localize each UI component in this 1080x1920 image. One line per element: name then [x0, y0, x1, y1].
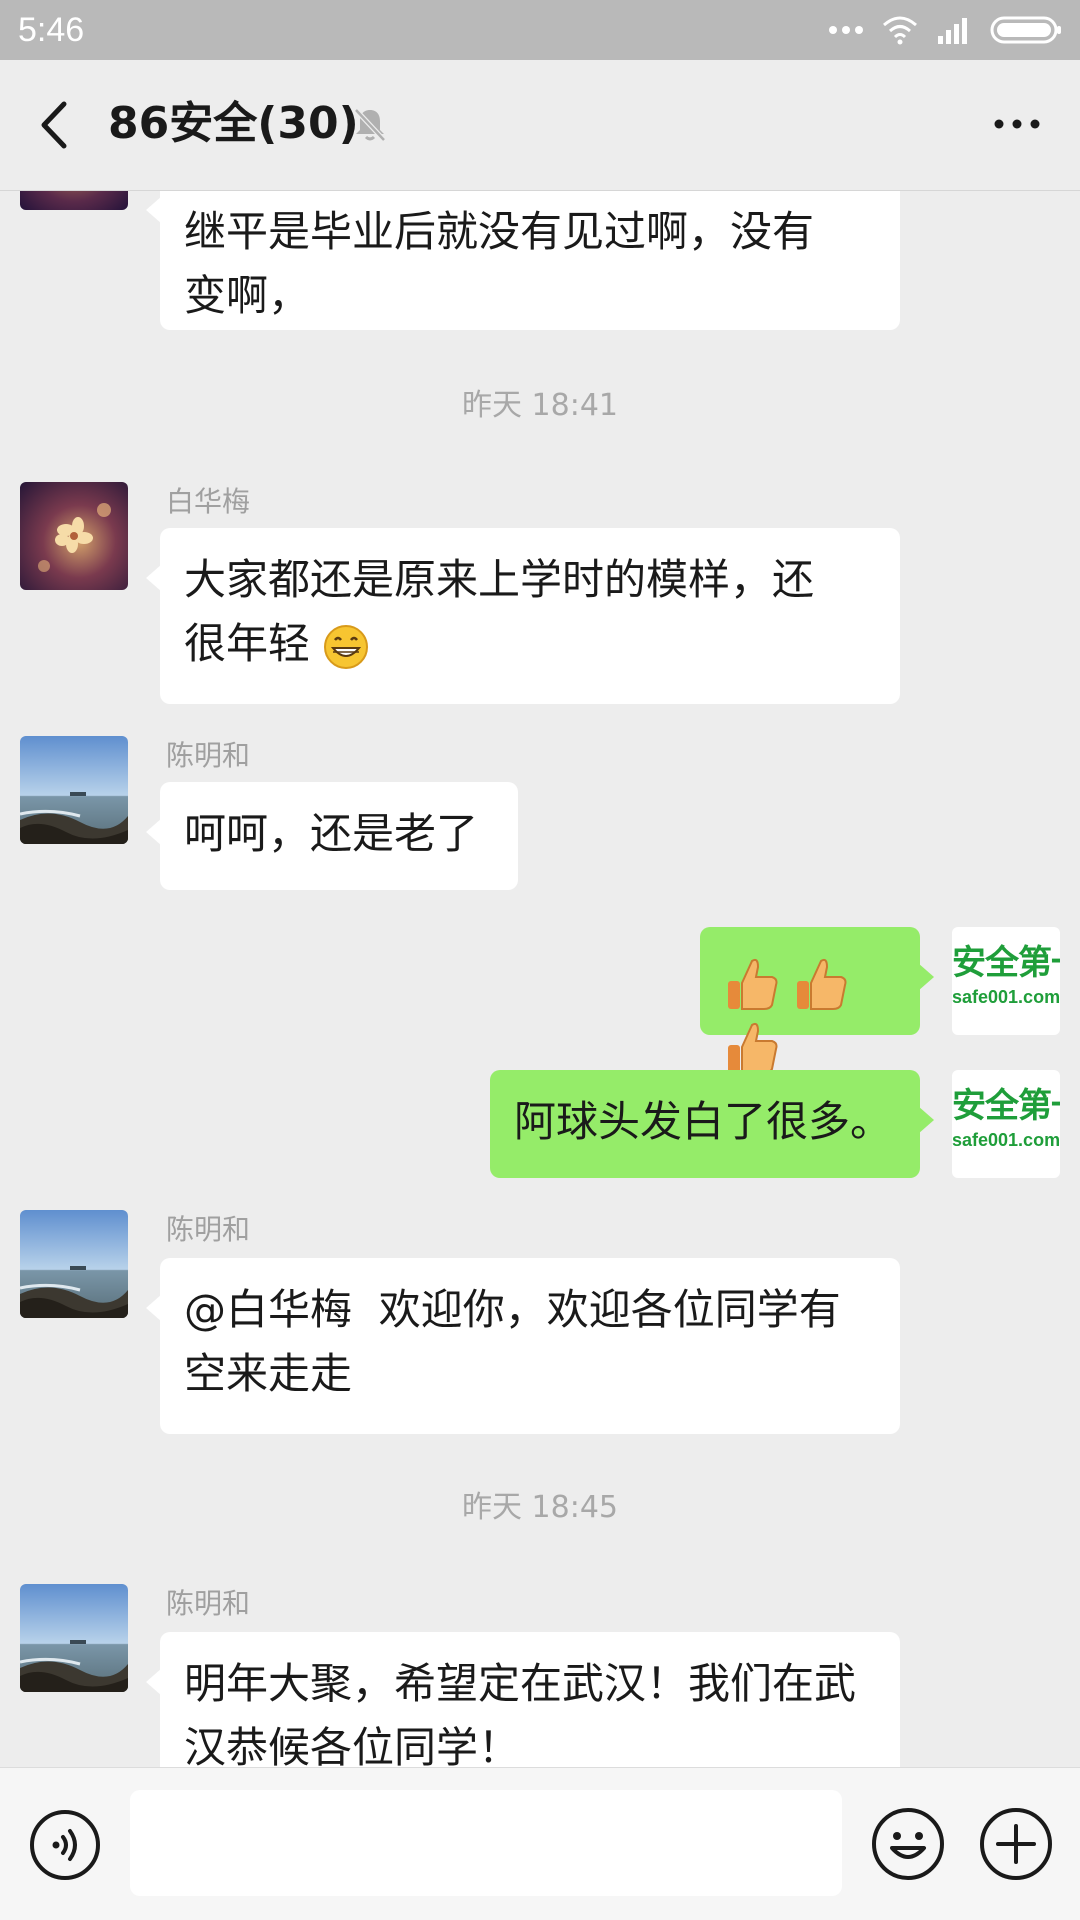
message-line: 很年轻 [184, 619, 311, 668]
message-bubble[interactable]: 呵呵，还是老了 [146, 782, 518, 890]
message-bubble-self[interactable] [700, 927, 934, 1074]
wifi-icon [883, 16, 917, 45]
chevron-left-icon[interactable] [32, 100, 82, 150]
message-line: 继平是毕业后就没有见过啊，没有 [184, 207, 815, 256]
avatar[interactable] [20, 190, 128, 210]
thumbs-up-icon [728, 1022, 778, 1074]
message-bubble[interactable]: 继平是毕业后就没有见过啊，没有 变啊， [146, 190, 900, 330]
thumbs-up-icon [797, 958, 847, 1010]
message-line: 明年大聚，希望定在武汉！我们在武 [184, 1659, 857, 1708]
chat-screen: 5:46 86安全(30) 继平是毕业后就没有见过啊，没有 变啊， 昨天 18:… [0, 0, 1080, 1920]
message-line: 阿球头发白了很多。 [514, 1097, 893, 1146]
status-bar: 5:46 [0, 0, 1080, 60]
bell-muted-icon [354, 108, 386, 142]
emoji-icon[interactable] [870, 1806, 946, 1882]
message-line: 空来走走 [184, 1349, 353, 1398]
sender-name: 陈明和 [166, 739, 251, 772]
voice-icon[interactable] [28, 1808, 102, 1882]
sender-name: 陈明和 [166, 1213, 251, 1246]
message-input[interactable] [130, 1790, 842, 1896]
more-dots-icon[interactable] [992, 104, 1042, 144]
battery-icon [990, 16, 1061, 44]
safe-logo-url: safe001.com [952, 987, 1060, 1007]
thumbs-up-icon [728, 958, 778, 1010]
avatar[interactable] [20, 1210, 128, 1318]
message-line: 大家都还是原来上学时的模样，还 [184, 555, 815, 604]
signal-icon [938, 18, 967, 44]
sender-name: 陈明和 [166, 1587, 251, 1620]
message-bubble[interactable]: 明年大聚，希望定在武汉！我们在武 汉恭候各位同学！ [146, 1632, 900, 1767]
timestamp: 昨天 18:45 [462, 1490, 618, 1525]
status-time: 5:46 [18, 11, 85, 49]
avatar-self[interactable]: 安全第一 safe001.com [952, 1070, 1060, 1178]
message-line: 汉恭候各位同学！ [184, 1723, 521, 1767]
sender-name: 白华梅 [166, 485, 251, 518]
title-bar: 86安全(30) [0, 60, 1080, 191]
avatar[interactable] [20, 1584, 128, 1692]
status-icons [828, 12, 1062, 48]
safe-logo-text: 安全第一 [952, 943, 1060, 983]
message-line: 变啊， [184, 271, 311, 320]
chat-area[interactable]: 继平是毕业后就没有见过啊，没有 变啊， 昨天 18:41 白华梅 大家都还是原来… [0, 190, 1080, 1767]
message-line-wrap: 很年轻 [184, 612, 876, 676]
avatar[interactable] [20, 482, 128, 590]
message-bubble[interactable]: @白华梅 欢迎你，欢迎各位同学有 空来走走 [146, 1258, 900, 1434]
avatar-self[interactable]: 安全第一 safe001.com [952, 927, 1060, 1035]
safe-logo-text: 安全第一 [952, 1086, 1060, 1126]
grinning-face-icon [324, 624, 369, 669]
message-bubble[interactable]: 大家都还是原来上学时的模样，还 很年轻 [146, 528, 900, 704]
message-line: @白华梅 欢迎你，欢迎各位同学有 [184, 1285, 841, 1334]
timestamp: 昨天 18:41 [462, 388, 618, 423]
message-line: 呵呵，还是老了 [184, 809, 479, 858]
more-dots-status-icon [829, 26, 863, 34]
input-bar [0, 1767, 1080, 1920]
avatar[interactable] [20, 736, 128, 844]
safe-logo-url: safe001.com [952, 1130, 1060, 1150]
chat-title: 86安全(30) [108, 98, 359, 149]
message-bubble-self[interactable]: 阿球头发白了很多。 [490, 1070, 934, 1178]
plus-circle-icon[interactable] [978, 1806, 1054, 1882]
